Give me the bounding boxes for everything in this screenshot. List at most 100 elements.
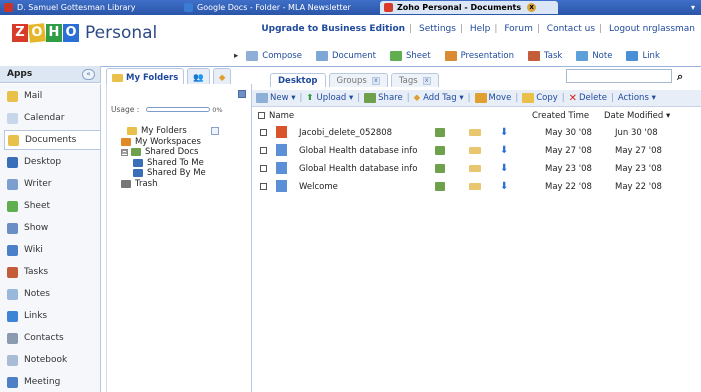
app-item-sheet[interactable]: Sheet bbox=[7, 196, 100, 216]
row-checkbox[interactable] bbox=[260, 147, 267, 154]
app-item-mail[interactable]: Mail bbox=[7, 86, 100, 106]
new-button[interactable]: New ▾ bbox=[256, 93, 296, 103]
note-button[interactable]: Note bbox=[576, 50, 612, 61]
app-item-meeting[interactable]: Meeting bbox=[7, 372, 100, 392]
table-row[interactable]: Welcome ⬇ May 22 '08 May 22 '08 bbox=[252, 178, 701, 196]
row-checkbox[interactable] bbox=[260, 129, 267, 136]
app-item-desktop[interactable]: Desktop bbox=[7, 152, 100, 172]
file-name[interactable]: Welcome bbox=[299, 182, 338, 192]
logo-letter: Z bbox=[12, 24, 28, 42]
file-name[interactable]: Jacobi_delete_052808 bbox=[299, 128, 392, 138]
link-icon bbox=[626, 50, 639, 61]
upgrade-link[interactable]: Upgrade to Business Edition bbox=[261, 24, 405, 34]
tab-shared-people[interactable]: 👥 bbox=[187, 68, 210, 84]
tree-node-label: Trash bbox=[135, 178, 158, 189]
collapse-apps-button[interactable]: « bbox=[82, 68, 95, 80]
copy-button[interactable]: Copy bbox=[522, 93, 558, 103]
download-icon[interactable]: ⬇ bbox=[500, 145, 508, 156]
close-icon[interactable]: x bbox=[371, 77, 380, 85]
table-row[interactable]: Jacobi_delete_052808 ⬇ May 30 '08 Jun 30 '0… bbox=[252, 124, 701, 142]
actions-menu-button[interactable]: Actions ▾ bbox=[618, 93, 656, 103]
browser-tab[interactable]: Google Docs - Folder - MLA Newsletter bbox=[180, 1, 380, 14]
column-modified[interactable]: Date Modified ▾ bbox=[604, 111, 670, 121]
logout-link[interactable]: Logout nrglassman bbox=[609, 24, 695, 34]
app-item-notebook[interactable]: Notebook bbox=[7, 350, 100, 370]
app-item-notes[interactable]: Notes bbox=[7, 284, 100, 304]
row-checkbox[interactable] bbox=[260, 165, 267, 172]
settings-link[interactable]: Settings bbox=[419, 24, 456, 34]
expand-collapse-icon[interactable]: ⊟ bbox=[121, 148, 128, 156]
app-item-writer[interactable]: Writer bbox=[7, 174, 100, 194]
tag-status-icon[interactable] bbox=[469, 183, 481, 190]
tab-tags-view[interactable]: Tags x bbox=[390, 73, 439, 87]
app-item-label: Links bbox=[24, 311, 48, 321]
tree-node-shared-docs[interactable]: ⊟ Shared Docs bbox=[121, 147, 219, 158]
share-status-icon[interactable] bbox=[435, 146, 445, 155]
compose-button[interactable]: Compose bbox=[246, 50, 302, 61]
table-row[interactable]: Global Health database info ⬇ May 27 '08 Ma… bbox=[252, 142, 701, 160]
column-name[interactable]: Name bbox=[269, 111, 294, 121]
search-icon[interactable]: ⌕ bbox=[677, 70, 683, 84]
app-item-documents[interactable]: Documents bbox=[4, 130, 100, 150]
download-icon[interactable]: ⬇ bbox=[500, 127, 508, 138]
tree-node-shared-to-me[interactable]: Shared To Me bbox=[121, 158, 219, 169]
share-button[interactable]: Share bbox=[364, 93, 403, 103]
zoho-logo[interactable]: Z O H O Personal bbox=[12, 23, 157, 43]
tab-tags[interactable]: ◆ bbox=[212, 68, 232, 84]
select-all-checkbox[interactable] bbox=[258, 112, 265, 119]
share-status-icon[interactable] bbox=[435, 128, 445, 137]
table-row[interactable]: Global Health database info ⬇ May 23 '08 Ma… bbox=[252, 160, 701, 178]
link-button[interactable]: Link bbox=[626, 50, 660, 61]
column-created[interactable]: Created Time bbox=[532, 111, 589, 121]
sheet-label: Sheet bbox=[406, 50, 431, 61]
close-tab-icon[interactable]: x bbox=[527, 3, 537, 12]
tab-groups[interactable]: Groups x bbox=[328, 73, 388, 87]
tree-node-trash[interactable]: Trash bbox=[121, 179, 219, 190]
app-item-links[interactable]: Links bbox=[7, 306, 100, 326]
tab-my-folders[interactable]: My Folders bbox=[106, 68, 185, 84]
app-item-calendar[interactable]: Calendar bbox=[7, 108, 100, 128]
tree-node-shared-by-me[interactable]: Shared By Me bbox=[121, 168, 219, 179]
contact-link[interactable]: Contact us bbox=[547, 24, 595, 34]
file-name[interactable]: Global Health database info bbox=[299, 164, 417, 174]
document-button[interactable]: Document bbox=[315, 50, 376, 61]
browser-tab[interactable]: D. Samuel Gottesman Library bbox=[0, 1, 180, 14]
sheet-button[interactable]: Sheet bbox=[390, 50, 431, 61]
usage-label: Usage : bbox=[111, 105, 140, 114]
download-icon[interactable]: ⬇ bbox=[500, 181, 508, 192]
app-item-tasks[interactable]: Tasks bbox=[7, 262, 100, 282]
folder-options-icon[interactable] bbox=[210, 127, 219, 136]
add-tag-button[interactable]: ◆ Add Tag ▾ bbox=[414, 93, 464, 103]
move-icon bbox=[474, 93, 487, 103]
upload-button[interactable]: ⬆ Upload ▾ bbox=[306, 93, 353, 103]
app-item-show[interactable]: Show bbox=[7, 218, 100, 238]
meeting-icon bbox=[7, 376, 18, 388]
toolbar-arrow-icon[interactable]: ▸ bbox=[234, 51, 238, 61]
task-button[interactable]: Task bbox=[527, 50, 562, 61]
date-modified: May 27 '08 bbox=[615, 146, 662, 156]
share-status-icon[interactable] bbox=[435, 164, 445, 173]
move-button[interactable]: Move bbox=[474, 93, 511, 103]
app-item-wiki[interactable]: Wiki bbox=[7, 240, 100, 260]
app-item-contacts[interactable]: Contacts bbox=[7, 328, 100, 348]
tree-node-my-workspaces[interactable]: My Workspaces bbox=[121, 137, 219, 148]
download-icon[interactable]: ⬇ bbox=[500, 163, 508, 174]
search-input[interactable] bbox=[566, 69, 672, 83]
panel-collapse-icon[interactable] bbox=[238, 90, 246, 98]
share-status-icon[interactable] bbox=[435, 182, 445, 191]
forum-link[interactable]: Forum bbox=[504, 24, 533, 34]
tag-status-icon[interactable] bbox=[469, 129, 481, 136]
presentation-button[interactable]: Presentation bbox=[444, 50, 514, 61]
tab-list-menu-icon[interactable]: ▾ bbox=[691, 3, 701, 12]
help-link[interactable]: Help bbox=[470, 24, 491, 34]
delete-button[interactable]: ✕ Delete bbox=[569, 93, 607, 104]
tag-status-icon[interactable] bbox=[469, 165, 481, 172]
file-name[interactable]: Global Health database info bbox=[299, 146, 417, 156]
close-icon[interactable]: x bbox=[422, 77, 431, 85]
tab-desktop[interactable]: Desktop bbox=[270, 73, 326, 87]
tree-node-label: My Folders bbox=[141, 126, 187, 137]
row-checkbox[interactable] bbox=[260, 183, 267, 190]
tree-node-my-folders[interactable]: My Folders bbox=[121, 126, 219, 137]
browser-tab-active[interactable]: Zoho Personal - Documents x bbox=[380, 1, 558, 14]
tag-status-icon[interactable] bbox=[469, 147, 481, 154]
